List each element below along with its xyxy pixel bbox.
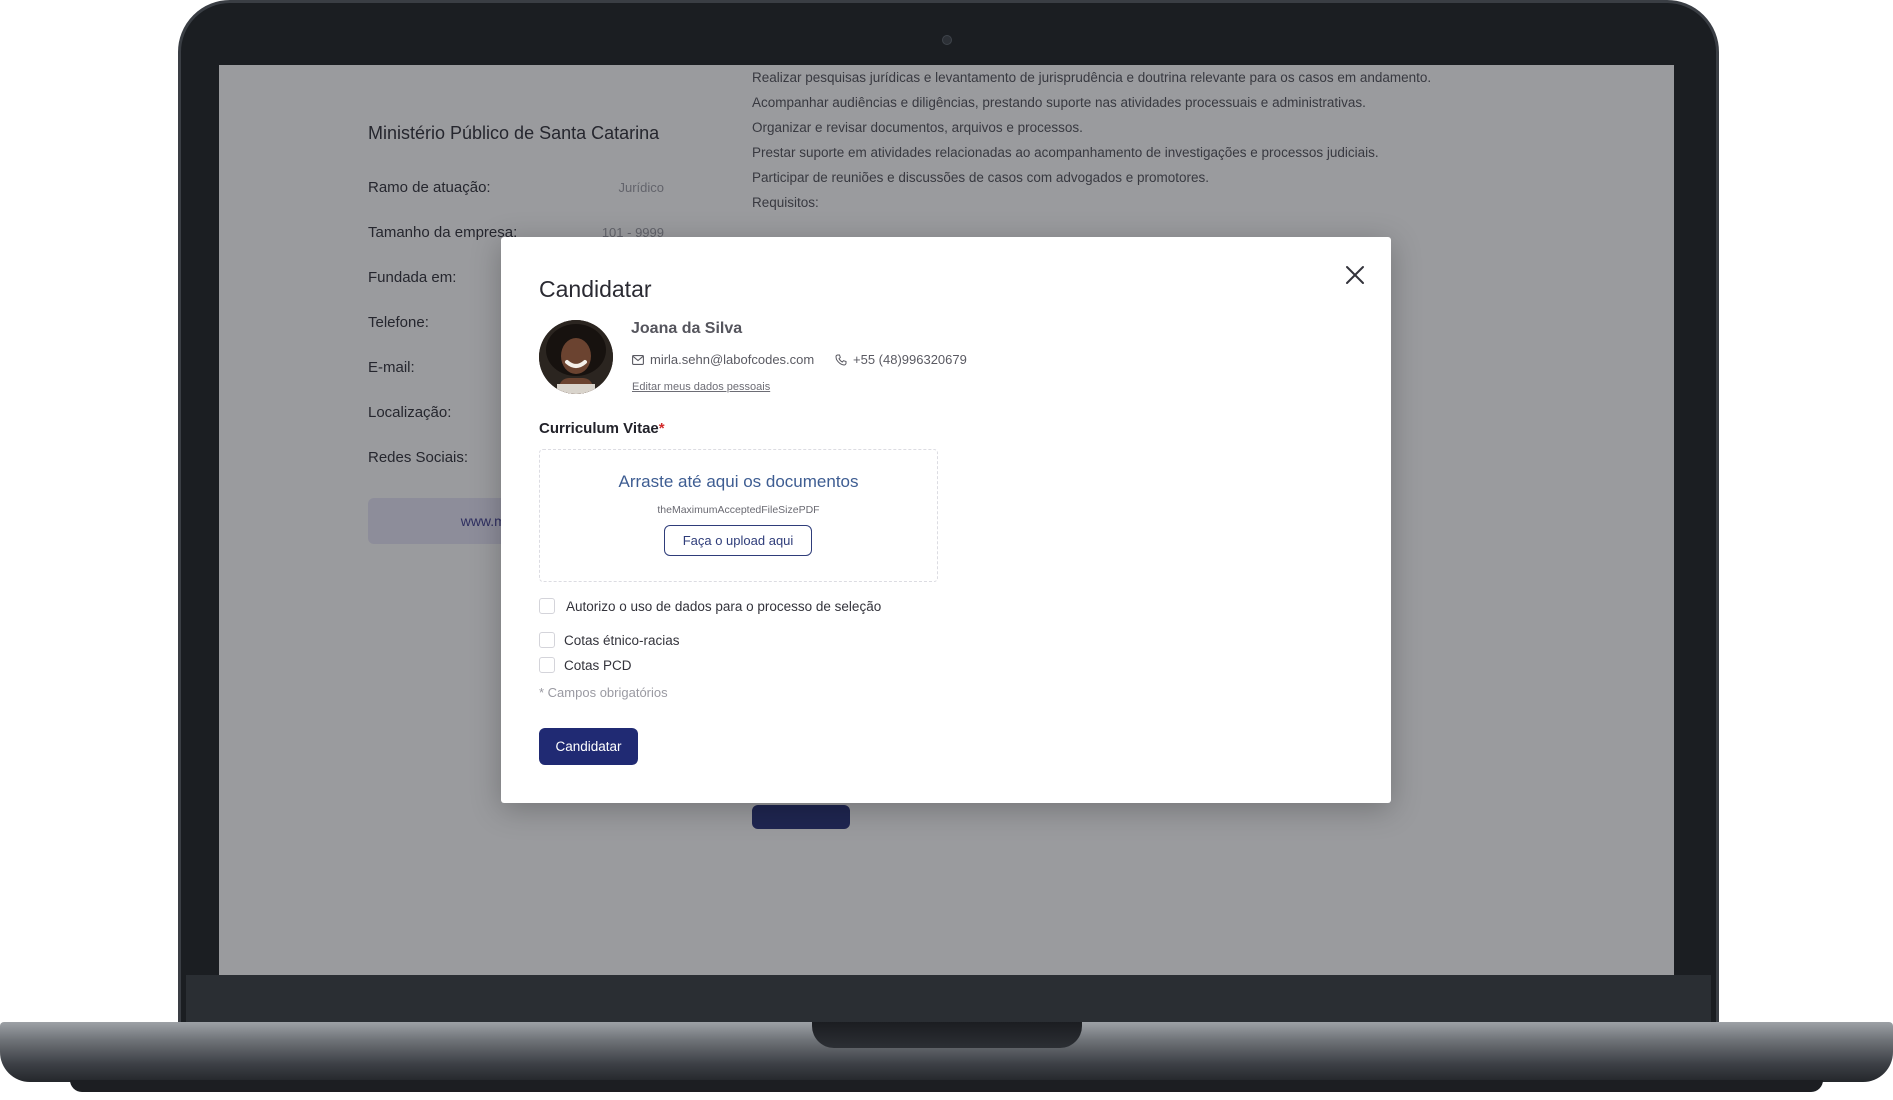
mail-icon [632, 354, 644, 365]
phone-icon [835, 354, 847, 366]
pcd-quota-label: Cotas PCD [564, 657, 632, 673]
ethnic-quota-checkbox-row[interactable]: Cotas étnico-racias [539, 632, 680, 648]
ethnic-quota-label: Cotas étnico-racias [564, 632, 680, 648]
required-fields-note: * Campos obrigatórios [539, 685, 668, 700]
screen: Ministério Público de Santa Catarina Ram… [219, 65, 1674, 975]
phone-row: +55 (48)996320679 [835, 352, 967, 367]
close-icon[interactable] [1343, 263, 1367, 287]
laptop-foot [70, 1080, 1823, 1092]
pcd-quota-checkbox[interactable] [539, 657, 555, 673]
modal-title: Candidatar [539, 276, 652, 302]
avatar [539, 320, 613, 394]
upload-button[interactable]: Faça o upload aqui [664, 525, 812, 556]
dropzone-title: Arraste até aqui os documentos [618, 472, 859, 491]
edit-personal-data-link[interactable]: Editar meus dados pessoais [632, 381, 770, 393]
user-email: mirla.sehn@labofcodes.com [650, 352, 815, 367]
ethnic-quota-checkbox[interactable] [539, 632, 555, 648]
cv-label: Curriculum Vitae* [539, 420, 665, 437]
required-mark: * [658, 420, 665, 437]
consent-label: Autorizo o uso de dados para o processo … [566, 598, 882, 614]
user-name: Joana da Silva [631, 320, 743, 337]
email-row: mirla.sehn@labofcodes.com [632, 352, 814, 367]
cv-label-text: Curriculum Vitae [539, 420, 659, 437]
cv-dropzone[interactable]: Arraste até aqui os documentos theMaximu… [539, 449, 938, 582]
apply-modal: Candidatar Joana da Silva mirla.sehn@lab… [501, 237, 1391, 803]
submit-application-button[interactable]: Candidatar [539, 728, 638, 765]
dropzone-subtitle: theMaximumAcceptedFileSizePDF [657, 504, 820, 516]
consent-checkbox-row[interactable]: Autorizo o uso de dados para o processo … [539, 598, 881, 614]
laptop-bezel [186, 975, 1711, 1025]
consent-checkbox[interactable] [539, 598, 555, 614]
user-phone: +55 (48)996320679 [853, 352, 967, 367]
laptop-notch [812, 1022, 1082, 1048]
pcd-quota-checkbox-row[interactable]: Cotas PCD [539, 657, 632, 673]
camera-icon [942, 35, 952, 45]
